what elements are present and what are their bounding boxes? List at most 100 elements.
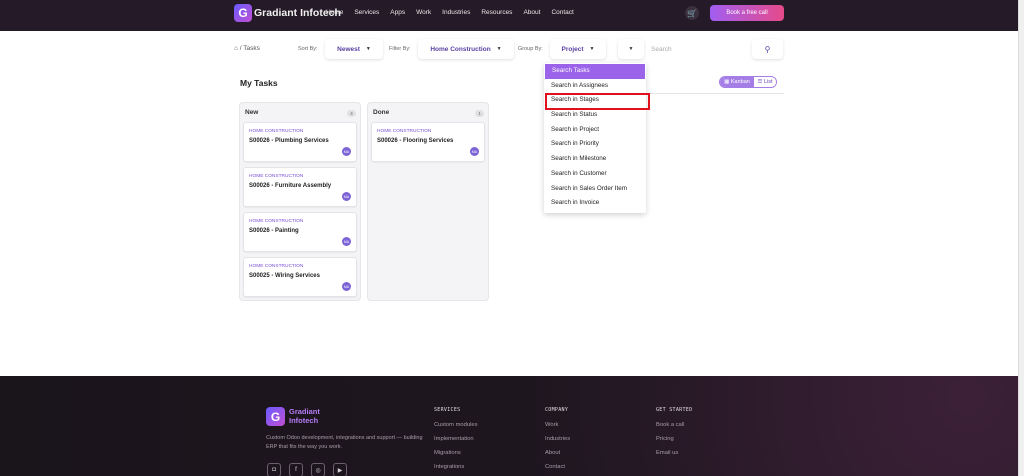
card-title: S00026 - Plumbing Services xyxy=(249,138,329,144)
menu-item-search-invoice[interactable]: Search in Invoice xyxy=(544,196,646,211)
filter-dropdown[interactable]: Home Construction ▼ xyxy=(418,39,514,59)
logo-mark-icon: G xyxy=(234,4,252,22)
column-count-badge: 1 xyxy=(475,110,484,117)
chevron-down-icon: ▼ xyxy=(589,46,595,52)
nav-links: Home Services Apps Work Industries Resou… xyxy=(326,9,585,16)
kanban-view-button[interactable]: ▦ Kanban xyxy=(720,77,754,87)
nav-link-contact[interactable]: Contact xyxy=(551,9,573,16)
search-scope-menu: Search Tasks Search in Assignees Search … xyxy=(544,63,646,213)
group-label: Group By: xyxy=(518,46,543,52)
brand-logo[interactable]: G Gradiant Infotech xyxy=(234,4,341,22)
nav-link-about[interactable]: About xyxy=(523,9,540,16)
footer-link[interactable]: Migrations xyxy=(434,450,478,464)
scrollbar[interactable] xyxy=(1018,0,1024,476)
avatar: MA xyxy=(342,192,351,201)
book-call-button[interactable]: Book a free call xyxy=(710,5,784,21)
card-project: HOME CONSTRUCTION xyxy=(249,129,304,134)
sort-label: Sort By: xyxy=(298,46,318,52)
footer-link[interactable]: Integrations xyxy=(434,464,478,476)
list-label: List xyxy=(763,79,773,85)
social-links: ◘ f ◎ ▶ xyxy=(267,463,347,476)
card-title: S00026 - Flooring Services xyxy=(377,138,454,144)
footer-services: SERVICES Custom modules Implementation M… xyxy=(434,407,478,476)
chevron-down-icon: ▼ xyxy=(496,46,502,52)
task-card[interactable]: HOME CONSTRUCTION S00026 - Flooring Serv… xyxy=(371,122,485,162)
sort-value: Newest xyxy=(337,45,360,53)
cart-icon[interactable]: 🛒 xyxy=(685,6,699,20)
task-card[interactable]: HOME CONSTRUCTION S00026 - Plumbing Serv… xyxy=(243,122,357,162)
facebook-icon[interactable]: f xyxy=(289,463,303,476)
page-title: My Tasks xyxy=(240,78,278,88)
menu-item-search-milestone[interactable]: Search in Milestone xyxy=(544,152,646,167)
filter-label: Filter By: xyxy=(389,46,411,52)
avatar: MA xyxy=(470,147,479,156)
kanban-icon: ▦ xyxy=(724,79,730,85)
column-count-badge: 4 xyxy=(347,110,356,117)
footer-link[interactable]: Contact xyxy=(545,464,570,476)
nav-link-industries[interactable]: Industries xyxy=(442,9,470,16)
footer-logo[interactable]: G Gradiant Infotech xyxy=(266,407,339,426)
chevron-down-icon: ▼ xyxy=(365,46,371,52)
instagram-icon[interactable]: ◘ xyxy=(267,463,281,476)
avatar: MA xyxy=(342,147,351,156)
group-dropdown[interactable]: Project ▼ xyxy=(550,39,606,59)
search-icon: ⚲ xyxy=(764,44,771,54)
search-scope-toggle[interactable]: ▼ xyxy=(618,39,644,59)
avatar: MA xyxy=(342,282,351,291)
footer-link[interactable]: About xyxy=(545,450,570,464)
card-project: HOME CONSTRUCTION xyxy=(249,219,304,224)
footer-link[interactable]: Implementation xyxy=(434,436,478,450)
task-card[interactable]: HOME CONSTRUCTION S00026 - Painting MA xyxy=(243,212,357,252)
footer: G Gradiant Infotech Custom Odoo developm… xyxy=(0,376,1018,476)
menu-item-search-status[interactable]: Search in Status xyxy=(544,108,646,123)
column-title: Done xyxy=(373,109,390,116)
card-project: HOME CONSTRUCTION xyxy=(249,264,304,269)
breadcrumb-current: Tasks xyxy=(243,45,260,52)
task-card[interactable]: HOME CONSTRUCTION S00025 - Wiring Servic… xyxy=(243,257,357,297)
footer-logo-text: Gradiant Infotech xyxy=(289,407,320,425)
youtube-icon[interactable]: ▶ xyxy=(333,463,347,476)
breadcrumb: ⌂ / Tasks xyxy=(234,45,260,52)
menu-item-search-sales-order-item[interactable]: Search in Sales Order Item xyxy=(544,182,646,197)
search-input[interactable] xyxy=(651,44,746,55)
menu-item-search-customer[interactable]: Search in Customer xyxy=(544,167,646,182)
sort-dropdown[interactable]: Newest ▼ xyxy=(325,39,383,59)
card-title: S00026 - Painting xyxy=(249,228,299,234)
linkedin-icon[interactable]: ◎ xyxy=(311,463,325,476)
footer-link[interactable]: Work xyxy=(545,422,570,436)
list-icon: ☰ xyxy=(757,79,763,85)
footer-link[interactable]: Custom modules xyxy=(434,422,478,436)
top-navbar: G Gradiant Infotech Home Services Apps W… xyxy=(0,0,1018,31)
menu-item-search-stages[interactable]: Search in Stages xyxy=(544,93,646,108)
footer-column-title: SERVICES xyxy=(434,407,461,413)
nav-link-home[interactable]: Home xyxy=(326,9,343,16)
nav-link-services[interactable]: Services xyxy=(354,9,379,16)
group-value: Project xyxy=(561,45,584,53)
task-card[interactable]: HOME CONSTRUCTION S00026 - Furniture Ass… xyxy=(243,167,357,207)
menu-item-search-tasks[interactable]: Search Tasks xyxy=(545,64,645,79)
footer-link[interactable]: Book a call xyxy=(656,422,692,436)
tasks-header: My Tasks xyxy=(234,72,784,94)
card-project: HOME CONSTRUCTION xyxy=(249,174,304,179)
nav-link-work[interactable]: Work xyxy=(416,9,431,16)
nav-link-apps[interactable]: Apps xyxy=(390,9,405,16)
kanban-label: Kanban xyxy=(730,79,750,85)
card-title: S00026 - Furniture Assembly xyxy=(249,183,332,189)
menu-item-search-project[interactable]: Search in Project xyxy=(544,123,646,138)
menu-item-search-priority[interactable]: Search in Priority xyxy=(544,137,646,152)
view-toggle: ▦ Kanban ☰ List xyxy=(719,76,777,88)
nav-link-resources[interactable]: Resources xyxy=(481,9,512,16)
footer-link[interactable]: Email us xyxy=(656,450,692,464)
search-button[interactable]: ⚲ xyxy=(752,39,783,59)
menu-item-search-assignees[interactable]: Search in Assignees xyxy=(544,79,646,94)
footer-link[interactable]: Industries xyxy=(545,436,570,450)
chevron-down-icon: ▼ xyxy=(628,46,634,52)
list-view-button[interactable]: ☰ List xyxy=(754,77,776,87)
avatar: MA xyxy=(342,237,351,246)
home-icon[interactable]: ⌂ xyxy=(234,45,238,52)
card-title: S00025 - Wiring Services xyxy=(249,273,320,279)
footer-company: COMPANY Work Industries About Contact xyxy=(545,407,570,476)
footer-link[interactable]: Pricing xyxy=(656,436,692,450)
column-title: New xyxy=(245,109,259,116)
footer-column-title: COMPANY xyxy=(545,407,569,413)
